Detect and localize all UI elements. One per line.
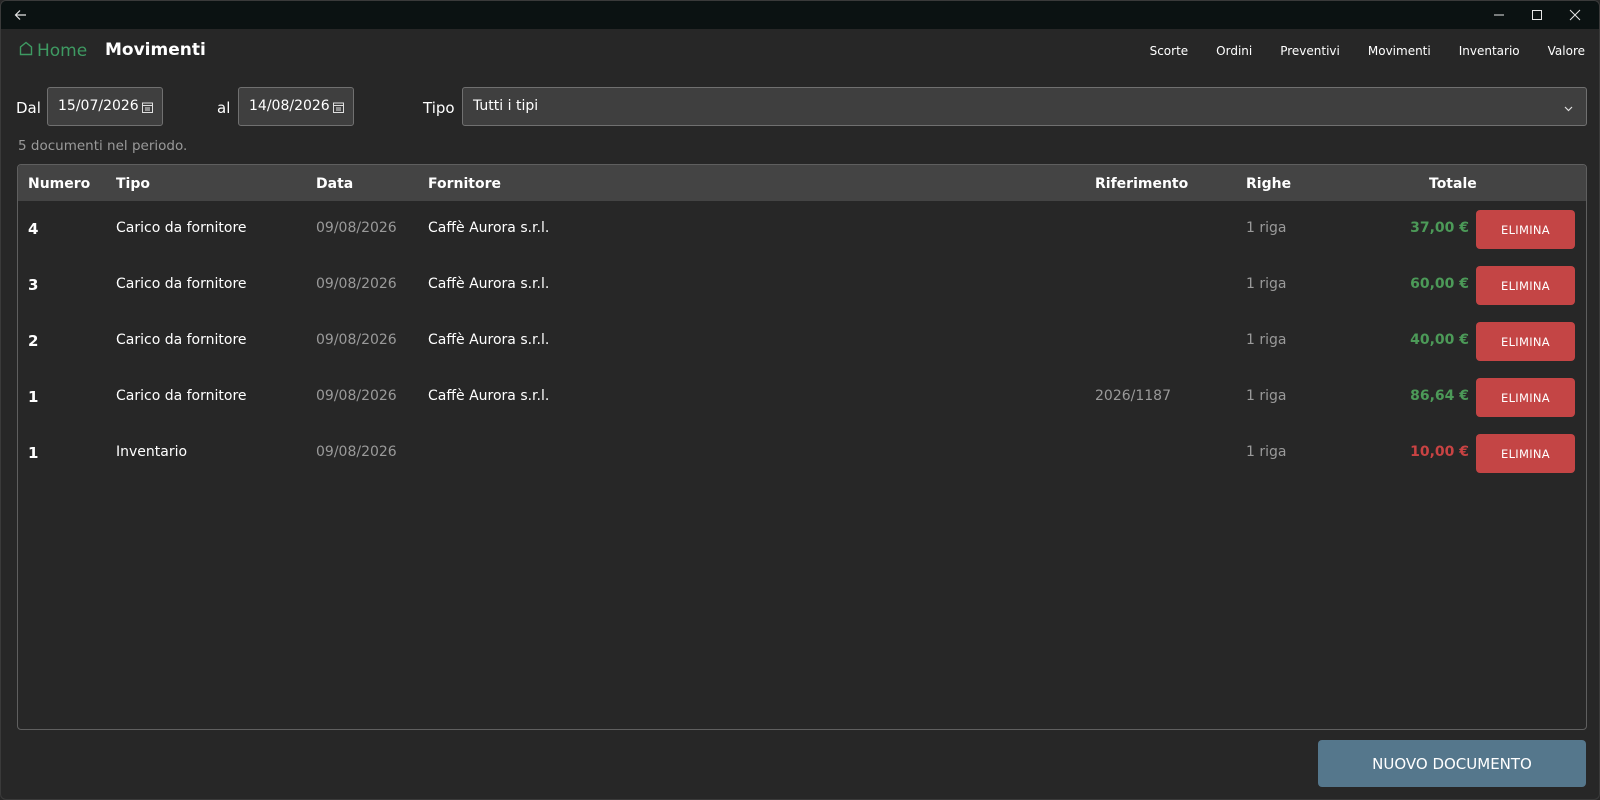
- header-data: Data: [316, 176, 354, 192]
- row-tipo: Carico da fornitore: [116, 332, 247, 348]
- maximize-icon[interactable]: [1522, 3, 1552, 27]
- row-tipo: Inventario: [116, 444, 188, 460]
- row-tipo: Carico da fornitore: [116, 276, 247, 292]
- row-totale: 10,00 €: [1410, 444, 1469, 460]
- from-date-value: 15/07/2026: [58, 98, 139, 114]
- row-fornitore: Caffè Aurora s.r.l.: [428, 388, 550, 404]
- row-data: 09/08/2026: [316, 276, 397, 292]
- row-righe: 1 riga: [1246, 332, 1287, 348]
- table-row[interactable]: 1 Inventario 09/08/2026 1 riga 10,00 € E…: [18, 425, 1586, 481]
- delete-button[interactable]: ELIMINA: [1476, 266, 1575, 305]
- to-date-label: al: [217, 99, 231, 117]
- table-header: Numero Tipo Data Fornitore Riferimento R…: [18, 165, 1586, 201]
- nav-menu: Scorte Ordini Preventivi Movimenti Inven…: [1150, 44, 1585, 58]
- header-tipo: Tipo: [116, 176, 150, 192]
- nav-item-inventario[interactable]: Inventario: [1459, 44, 1520, 58]
- page-title: Movimenti: [105, 40, 206, 60]
- nav-item-preventivi[interactable]: Preventivi: [1280, 44, 1340, 58]
- from-date-picker[interactable]: 15/07/2026: [47, 87, 163, 126]
- row-data: 09/08/2026: [316, 332, 397, 348]
- row-righe: 1 riga: [1246, 276, 1287, 292]
- document-count: 5 documenti nel periodo.: [18, 138, 188, 154]
- row-righe: 1 riga: [1246, 220, 1287, 236]
- nav-item-movimenti[interactable]: Movimenti: [1368, 44, 1431, 58]
- new-document-button[interactable]: NUOVO DOCUMENTO: [1318, 740, 1586, 787]
- table-row[interactable]: 1 Carico da fornitore 09/08/2026 Caffè A…: [18, 369, 1586, 425]
- type-select[interactable]: Tutti i tipi: [462, 87, 1587, 126]
- minimize-icon[interactable]: [1484, 3, 1514, 27]
- header-righe: Righe: [1246, 176, 1292, 192]
- top-nav: Home Movimenti Scorte Ordini Preventivi …: [1, 29, 1599, 73]
- row-numero: 1: [28, 388, 39, 406]
- row-tipo: Carico da fornitore: [116, 220, 247, 236]
- from-date-label: Dal: [16, 99, 41, 117]
- header-totale: Totale: [1429, 176, 1477, 192]
- row-righe: 1 riga: [1246, 444, 1287, 460]
- row-totale: 40,00 €: [1410, 332, 1469, 348]
- row-totale: 37,00 €: [1410, 220, 1469, 236]
- to-date-picker[interactable]: 14/08/2026: [238, 87, 354, 126]
- type-label: Tipo: [423, 99, 455, 117]
- header-numero: Numero: [28, 176, 91, 192]
- row-numero: 1: [28, 444, 39, 462]
- movements-table: Numero Tipo Data Fornitore Riferimento R…: [17, 164, 1587, 730]
- home-link[interactable]: Home: [18, 40, 87, 61]
- row-fornitore: Caffè Aurora s.r.l.: [428, 220, 550, 236]
- row-totale: 60,00 €: [1410, 276, 1469, 292]
- delete-button[interactable]: ELIMINA: [1476, 210, 1575, 249]
- table-row[interactable]: 2 Carico da fornitore 09/08/2026 Caffè A…: [18, 313, 1586, 369]
- chevron-down-icon: [1563, 102, 1574, 113]
- header-fornitore: Fornitore: [428, 176, 501, 192]
- delete-button[interactable]: ELIMINA: [1476, 322, 1575, 361]
- header-riferimento: Riferimento: [1095, 176, 1189, 192]
- close-icon[interactable]: [1560, 3, 1590, 27]
- home-label: Home: [37, 40, 88, 61]
- table-row[interactable]: 4 Carico da fornitore 09/08/2026 Caffè A…: [18, 201, 1586, 257]
- row-numero: 4: [28, 220, 39, 238]
- table-row[interactable]: 3 Carico da fornitore 09/08/2026 Caffè A…: [18, 257, 1586, 313]
- row-fornitore: Caffè Aurora s.r.l.: [428, 276, 550, 292]
- row-totale: 86,64 €: [1410, 388, 1469, 404]
- row-data: 09/08/2026: [316, 444, 397, 460]
- home-icon: [18, 40, 34, 61]
- row-numero: 2: [28, 332, 39, 350]
- calendar-icon: [333, 101, 344, 113]
- title-bar: [1, 1, 1599, 29]
- type-select-value: Tutti i tipi: [473, 98, 539, 114]
- app-window: Home Movimenti Scorte Ordini Preventivi …: [0, 0, 1600, 800]
- row-data: 09/08/2026: [316, 220, 397, 236]
- nav-item-valore[interactable]: Valore: [1548, 44, 1585, 58]
- nav-item-scorte[interactable]: Scorte: [1150, 44, 1189, 58]
- to-date-value: 14/08/2026: [249, 98, 330, 114]
- row-tipo: Carico da fornitore: [116, 388, 247, 404]
- row-riferimento: 2026/1187: [1095, 388, 1171, 404]
- row-data: 09/08/2026: [316, 388, 397, 404]
- arrow-left-icon[interactable]: [9, 4, 33, 26]
- row-righe: 1 riga: [1246, 388, 1287, 404]
- row-numero: 3: [28, 276, 39, 294]
- nav-item-ordini[interactable]: Ordini: [1216, 44, 1252, 58]
- calendar-icon: [142, 101, 153, 113]
- delete-button[interactable]: ELIMINA: [1476, 378, 1575, 417]
- row-fornitore: Caffè Aurora s.r.l.: [428, 332, 550, 348]
- delete-button[interactable]: ELIMINA: [1476, 434, 1575, 473]
